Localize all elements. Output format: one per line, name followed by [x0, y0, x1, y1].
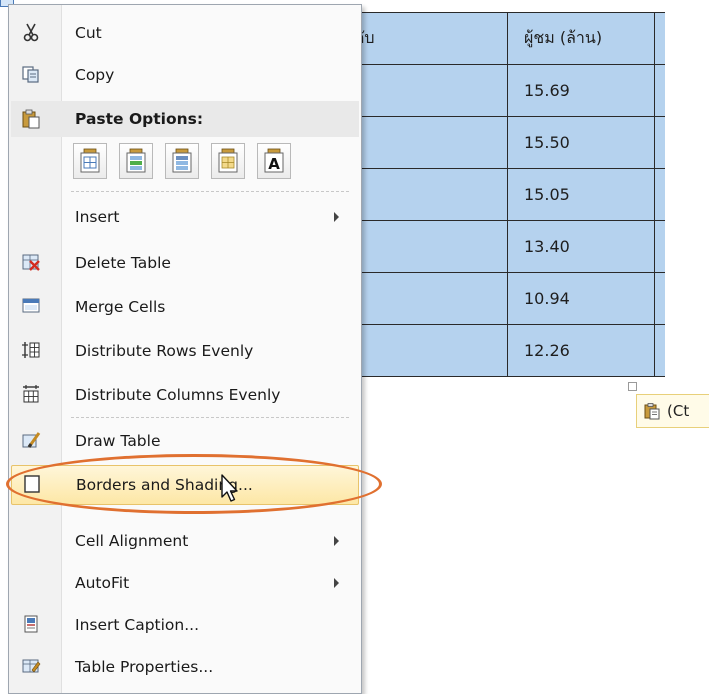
menu-item-copy[interactable]: Copy — [11, 55, 359, 95]
menu-item-label: AutoFit — [75, 574, 130, 592]
paste-nest-table-button[interactable] — [73, 143, 107, 179]
paste-keep-text-only-icon: A — [264, 148, 284, 173]
paste-clipboard-icon — [22, 109, 40, 129]
paste-keep-text-glyph: A — [268, 155, 280, 173]
menu-item-label: Insert — [75, 208, 120, 226]
draw-table-pencil-icon — [22, 432, 41, 448]
table-cell[interactable] — [654, 168, 665, 221]
menu-item-label: Draw Table — [75, 432, 161, 450]
paste-overwrite-cells-button[interactable] — [211, 143, 245, 179]
paste-insert-rows-button[interactable] — [165, 143, 199, 179]
mouse-pointer-icon — [221, 474, 238, 502]
paste-options-smart-tag[interactable]: (Ct — [636, 394, 709, 428]
delete-table-icon — [22, 254, 40, 271]
paste-keep-text-only-button[interactable]: A — [257, 143, 291, 179]
menu-item-cut[interactable]: Cut — [11, 13, 359, 53]
menu-item-delete-table[interactable]: Delete Table — [11, 243, 359, 283]
table-cell[interactable] — [654, 272, 665, 325]
menu-item-insert-caption[interactable]: Insert Caption... — [11, 605, 359, 645]
paste-overwrite-cells-icon — [218, 148, 238, 173]
paste-clipboard-icon — [644, 403, 660, 420]
menu-item-label: Copy — [75, 66, 115, 84]
menu-separator — [71, 191, 349, 192]
menu-item-distribute-columns[interactable]: Distribute Columns Evenly — [11, 375, 359, 415]
table-cell[interactable] — [654, 116, 665, 169]
menu-item-draw-table[interactable]: Draw Table — [11, 421, 359, 461]
paste-nest-table-icon — [80, 148, 100, 173]
menu-item-label: Merge Cells — [75, 298, 166, 316]
scissors-icon — [23, 23, 39, 42]
distribute-rows-icon — [22, 342, 40, 358]
menu-item-distribute-rows[interactable]: Distribute Rows Evenly — [11, 331, 359, 371]
paste-options-label: Paste Options: — [75, 110, 204, 128]
insert-caption-icon — [24, 615, 38, 633]
distribute-columns-icon — [23, 385, 39, 403]
menu-item-label: Delete Table — [75, 254, 171, 272]
submenu-arrow-icon — [334, 536, 339, 546]
table-cell[interactable] — [654, 220, 665, 273]
menu-item-label: Cell Alignment — [75, 532, 189, 550]
table-cell[interactable]: 12.26 — [507, 324, 655, 377]
menu-item-label: Distribute Columns Evenly — [75, 386, 281, 404]
menu-item-label: Table Properties... — [75, 658, 214, 676]
menu-item-cell-alignment[interactable]: Cell Alignment — [11, 521, 359, 561]
table-cell[interactable] — [654, 64, 665, 117]
context-menu: Cut Copy Paste Options: A Insert Delete … — [8, 4, 362, 694]
table-cell[interactable]: 10.94 — [507, 272, 655, 325]
menu-item-label: Distribute Rows Evenly — [75, 342, 254, 360]
paste-merge-table-icon — [126, 148, 146, 173]
menu-item-merge-cells[interactable]: Merge Cells — [11, 287, 359, 327]
copy-icon — [22, 66, 39, 83]
paste-insert-rows-icon — [172, 148, 192, 173]
menu-item-borders-shading[interactable]: Borders and Shading... — [11, 465, 359, 505]
menu-item-label: Cut — [75, 24, 102, 42]
submenu-arrow-icon — [334, 578, 339, 588]
table-resize-handle[interactable] — [628, 382, 637, 391]
table-cell[interactable]: 15.69 — [507, 64, 655, 117]
merge-cells-icon — [22, 298, 40, 313]
table-cell[interactable]: 13.40 — [507, 220, 655, 273]
borders-shading-icon — [24, 475, 40, 493]
submenu-arrow-icon — [334, 212, 339, 222]
paste-merge-table-button[interactable] — [119, 143, 153, 179]
menu-item-table-properties[interactable]: Table Properties... — [11, 647, 359, 687]
smart-tag-label: (Ct — [667, 402, 690, 420]
menu-item-insert[interactable]: Insert — [11, 197, 359, 237]
table-cell[interactable]: ผู้ชม (ล้าน) — [507, 12, 655, 65]
table-cell[interactable]: 15.50 — [507, 116, 655, 169]
menu-item-label: Insert Caption... — [75, 616, 200, 634]
paste-options-header: Paste Options: — [11, 101, 359, 137]
table-cell[interactable]: 15.05 — [507, 168, 655, 221]
table-cell[interactable] — [654, 324, 665, 377]
table-cell[interactable] — [654, 12, 665, 65]
table-properties-icon — [22, 659, 41, 673]
menu-item-autofit[interactable]: AutoFit — [11, 563, 359, 603]
paste-options-row: A — [73, 143, 291, 183]
menu-separator — [71, 417, 349, 418]
